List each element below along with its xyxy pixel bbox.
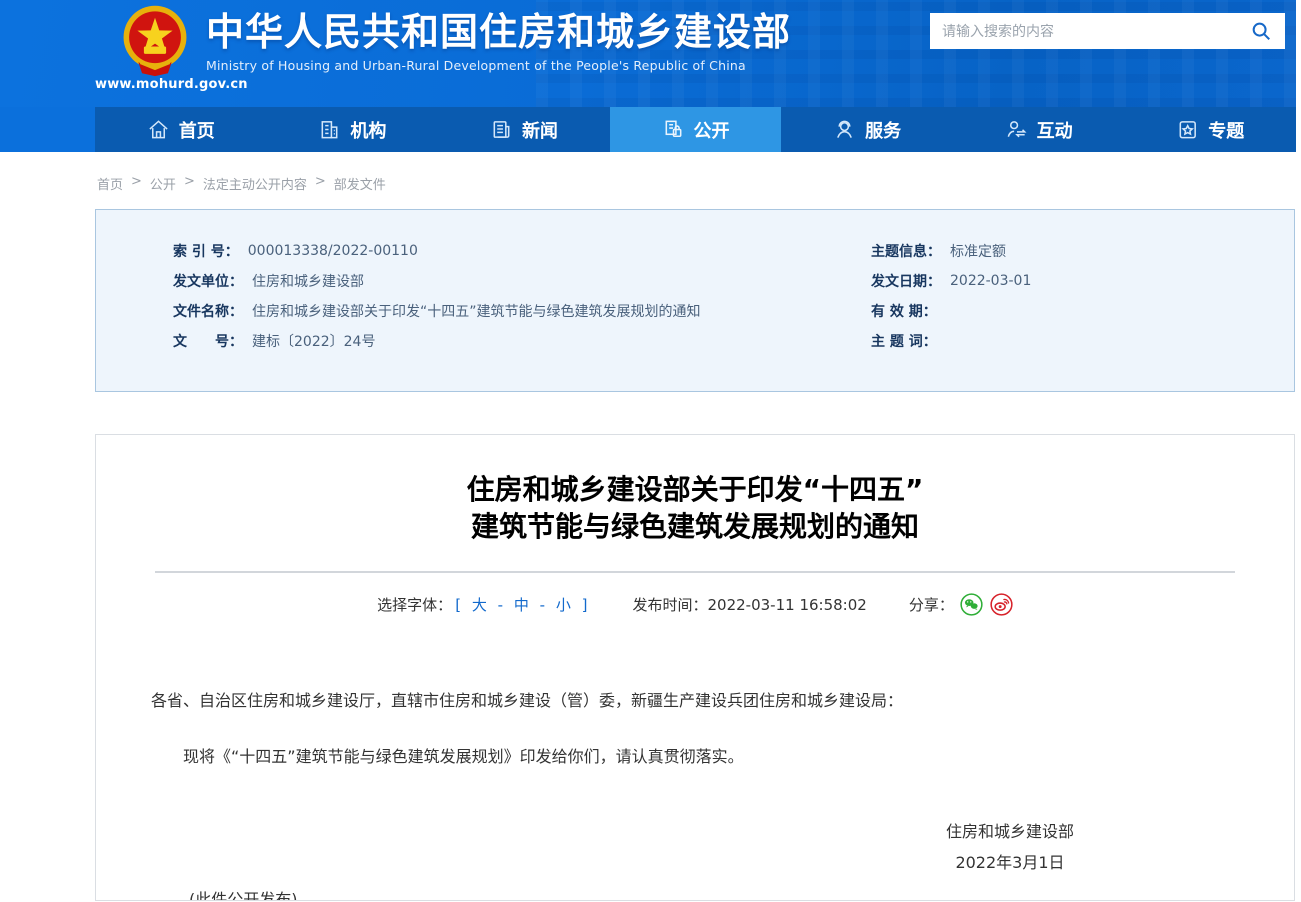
nav-item-label: 专题 — [1208, 117, 1244, 143]
font-size-separator: - — [498, 596, 503, 614]
breadcrumb-item-ministry-documents[interactable]: 部发文件 — [334, 174, 386, 193]
info-row-validity: 有 效 期： — [871, 296, 1294, 326]
info-row-document-number: 文 号： 建标〔2022〕24号 — [173, 326, 871, 356]
info-value: 住房和城乡建设部 — [252, 271, 364, 291]
info-row-index-number: 索 引 号： 000013338/2022-00110 — [173, 236, 871, 266]
article-card: 住房和城乡建设部关于印发“十四五” 建筑节能与绿色建筑发展规划的通知 选择字体：… — [95, 434, 1295, 901]
news-icon — [490, 118, 513, 141]
info-label: 文件名称： — [173, 301, 243, 321]
font-size-separator: - — [540, 596, 545, 614]
info-label: 主 题 词： — [871, 331, 937, 351]
breadcrumb: 首页 > 公开 > 法定主动公开内容 > 部发文件 — [97, 152, 1301, 209]
info-row-issuing-unit: 发文单位： 住房和城乡建设部 — [173, 266, 871, 296]
nav-item-news[interactable]: 新闻 — [438, 107, 610, 152]
main-nav: 首页 机构 新闻 公开 — [95, 107, 1296, 152]
breadcrumb-item-home[interactable]: 首页 — [97, 174, 123, 193]
search-box[interactable] — [930, 13, 1285, 49]
paragraph-main: 现将《“十四五”建筑节能与绿色建筑发展规划》印发给你们，请认真贯彻落实。 — [151, 744, 1239, 770]
share-label: 分享： — [909, 594, 954, 615]
search-icon[interactable] — [1249, 19, 1273, 43]
interaction-icon — [1005, 118, 1028, 141]
bracket-close: ] — [582, 596, 588, 614]
info-value: 2022-03-01 — [950, 273, 1031, 289]
info-row-topic-info: 主题信息： 标准定额 — [871, 236, 1294, 266]
info-label: 主题信息： — [871, 241, 941, 261]
nav-item-label: 服务 — [865, 117, 901, 143]
nav-item-label: 新闻 — [522, 117, 558, 143]
document-info-box: 索 引 号： 000013338/2022-00110 发文单位： 住房和城乡建… — [95, 209, 1295, 392]
site-title: 中华人民共和国住房和城乡建设部 — [206, 9, 791, 55]
info-row-document-name: 文件名称： 住房和城乡建设部关于印发“十四五”建筑节能与绿色建筑发展规划的通知 — [173, 296, 871, 326]
document-body: 各省、自治区住房和城乡建设厅，直辖市住房和城乡建设（管）委，新疆生产建设兵团住房… — [151, 688, 1239, 770]
breadcrumb-separator: > — [315, 174, 326, 193]
article-meta-bar: 选择字体： [ 大 - 中 - 小 ] 发布时间： 2022-03-11 16:… — [96, 593, 1294, 616]
nav-item-label: 首页 — [179, 117, 215, 143]
signature-org: 住房和城乡建设部 — [946, 816, 1074, 847]
breadcrumb-item-disclosure[interactable]: 公开 — [150, 174, 176, 193]
national-emblem-icon — [117, 3, 193, 77]
nav-item-organization[interactable]: 机构 — [267, 107, 439, 152]
nav-item-service[interactable]: 服务 — [781, 107, 953, 152]
breadcrumb-separator: > — [184, 174, 195, 193]
document-title-line2: 建筑节能与绿色建筑发展规划的通知 — [96, 508, 1294, 545]
page: www.mohurd.gov.cn 中华人民共和国住房和城乡建设部 Minist… — [0, 0, 1301, 902]
wechat-share-icon[interactable] — [960, 593, 983, 616]
search-input[interactable] — [942, 23, 1249, 39]
nav-item-label: 互动 — [1037, 117, 1073, 143]
font-size-medium-link[interactable]: 中 — [514, 596, 529, 614]
info-row-issue-date: 发文日期： 2022-03-01 — [871, 266, 1294, 296]
service-icon — [833, 118, 856, 141]
font-size-small-link[interactable]: 小 — [556, 596, 571, 614]
font-size-large-link[interactable]: 大 — [472, 596, 487, 614]
weibo-share-icon[interactable] — [990, 593, 1013, 616]
nav-item-label: 机构 — [350, 117, 386, 143]
font-size-selector-label: 选择字体： — [377, 594, 452, 615]
bracket-open: [ — [455, 596, 461, 614]
info-value: 建标〔2022〕24号 — [252, 331, 375, 351]
organization-icon — [318, 118, 341, 141]
nav-item-interaction[interactable]: 互动 — [953, 107, 1125, 152]
signature-block: 住房和城乡建设部 2022年3月1日 — [96, 816, 1294, 878]
nav-item-home[interactable]: 首页 — [95, 107, 267, 152]
breadcrumb-separator: > — [131, 174, 142, 193]
info-value: 标准定额 — [950, 241, 1006, 261]
info-label: 发文单位： — [173, 271, 243, 291]
document-title-line1: 住房和城乡建设部关于印发“十四五” — [96, 471, 1294, 508]
info-label: 索 引 号： — [173, 241, 239, 261]
info-value: 住房和城乡建设部关于印发“十四五”建筑节能与绿色建筑发展规划的通知 — [252, 301, 701, 321]
topic-icon — [1176, 118, 1199, 141]
site-title-english: Ministry of Housing and Urban-Rural Deve… — [206, 58, 791, 73]
public-release-note: (此件公开发布) — [189, 886, 1294, 901]
nav-item-topic[interactable]: 专题 — [1124, 107, 1296, 152]
font-size-selector: [ 大 - 中 - 小 ] — [452, 594, 590, 615]
info-row-keywords: 主 题 词： — [871, 326, 1294, 356]
home-icon — [147, 118, 170, 141]
site-header: www.mohurd.gov.cn 中华人民共和国住房和城乡建设部 Minist… — [0, 0, 1296, 107]
publish-time-value: 2022-03-11 16:58:02 — [708, 596, 867, 614]
info-label: 有 效 期： — [871, 301, 937, 321]
document-title: 住房和城乡建设部关于印发“十四五” 建筑节能与绿色建筑发展规划的通知 — [96, 471, 1294, 545]
publish-time-label: 发布时间： — [632, 594, 707, 615]
breadcrumb-item-statutory-content[interactable]: 法定主动公开内容 — [203, 174, 307, 193]
paragraph-addressees: 各省、自治区住房和城乡建设厅，直辖市住房和城乡建设（管）委，新疆生产建设兵团住房… — [151, 688, 1239, 714]
nav-band: 首页 机构 新闻 公开 — [0, 107, 1296, 152]
info-value: 000013338/2022-00110 — [248, 243, 418, 259]
site-url: www.mohurd.gov.cn — [95, 77, 215, 92]
disclosure-icon — [662, 118, 685, 141]
nav-item-disclosure[interactable]: 公开 — [610, 107, 782, 152]
signature-date: 2022年3月1日 — [946, 847, 1074, 878]
nav-item-label: 公开 — [694, 117, 730, 143]
info-label: 发文日期： — [871, 271, 941, 291]
title-divider — [155, 571, 1235, 573]
info-label: 文 号： — [173, 331, 243, 351]
